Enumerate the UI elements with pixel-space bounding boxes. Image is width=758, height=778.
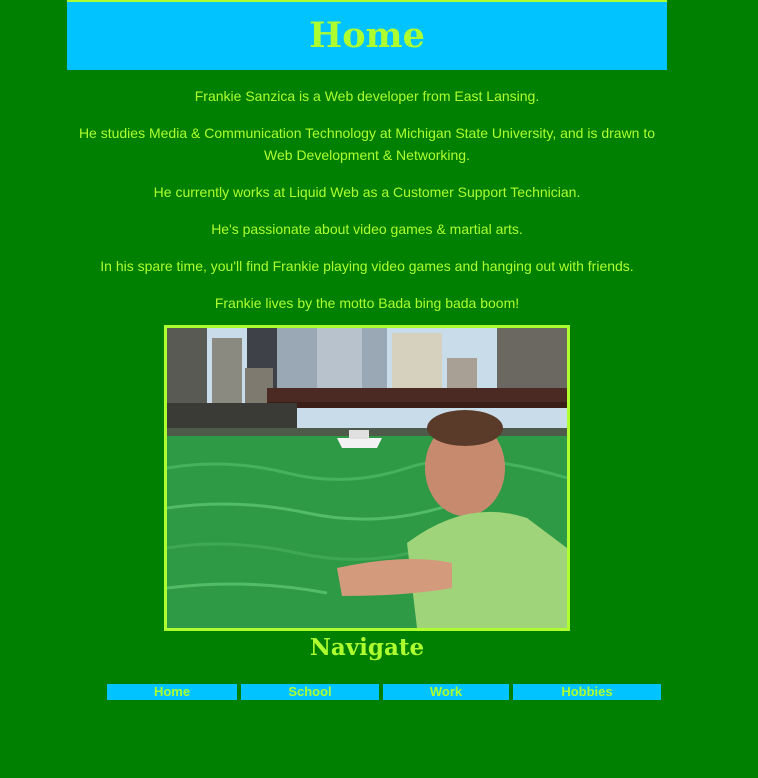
- navigate-heading: Navigate: [309, 634, 425, 661]
- nav-link-school[interactable]: School: [241, 684, 379, 700]
- page-title: Home: [309, 15, 425, 56]
- page-header: Home: [67, 0, 667, 70]
- bio-paragraph: He currently works at Liquid Web as a Cu…: [153, 184, 581, 200]
- bio-paragraph: He studies Media & Communication Technol…: [78, 125, 656, 163]
- nav-link-hobbies[interactable]: Hobbies: [513, 684, 661, 700]
- bio-paragraph: He's passionate about video games & mart…: [211, 221, 523, 237]
- bio-paragraph: In his spare time, you'll find Frankie p…: [100, 258, 634, 274]
- bio-paragraph: Frankie Sanzica is a Web developer from …: [194, 88, 540, 104]
- bio-content: Frankie Sanzica is a Web developer from …: [67, 70, 667, 314]
- nav-link-home[interactable]: Home: [107, 684, 237, 700]
- photo-image: [167, 328, 567, 628]
- bio-paragraph: Frankie lives by the motto Bada bing bad…: [214, 295, 520, 311]
- nav-link-work[interactable]: Work: [383, 684, 509, 700]
- profile-photo: [164, 325, 570, 631]
